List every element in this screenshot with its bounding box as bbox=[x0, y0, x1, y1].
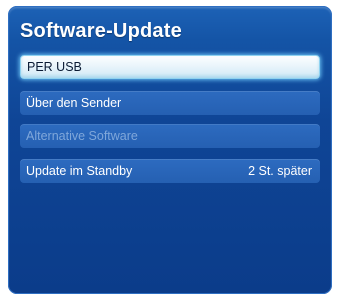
menu-item-label: Update im Standby bbox=[26, 164, 133, 178]
menu-item-label: PER USB bbox=[27, 60, 82, 74]
menu-item-value: 2 St. später bbox=[248, 164, 312, 178]
menu-item-label: Über den Sender bbox=[26, 96, 122, 110]
menu-item-label: Alternative Software bbox=[26, 129, 138, 143]
menu-item-update-im-standby[interactable]: Update im Standby 2 St. später bbox=[20, 159, 320, 183]
menu-item-alternative-software: Alternative Software bbox=[20, 124, 320, 148]
dialog-title: Software-Update bbox=[20, 20, 182, 42]
menu-item-per-usb[interactable]: PER USB bbox=[20, 55, 320, 79]
software-update-dialog: Software-Update PER USB Über den Sender … bbox=[8, 6, 332, 294]
menu-item-ueber-den-sender[interactable]: Über den Sender bbox=[20, 91, 320, 115]
